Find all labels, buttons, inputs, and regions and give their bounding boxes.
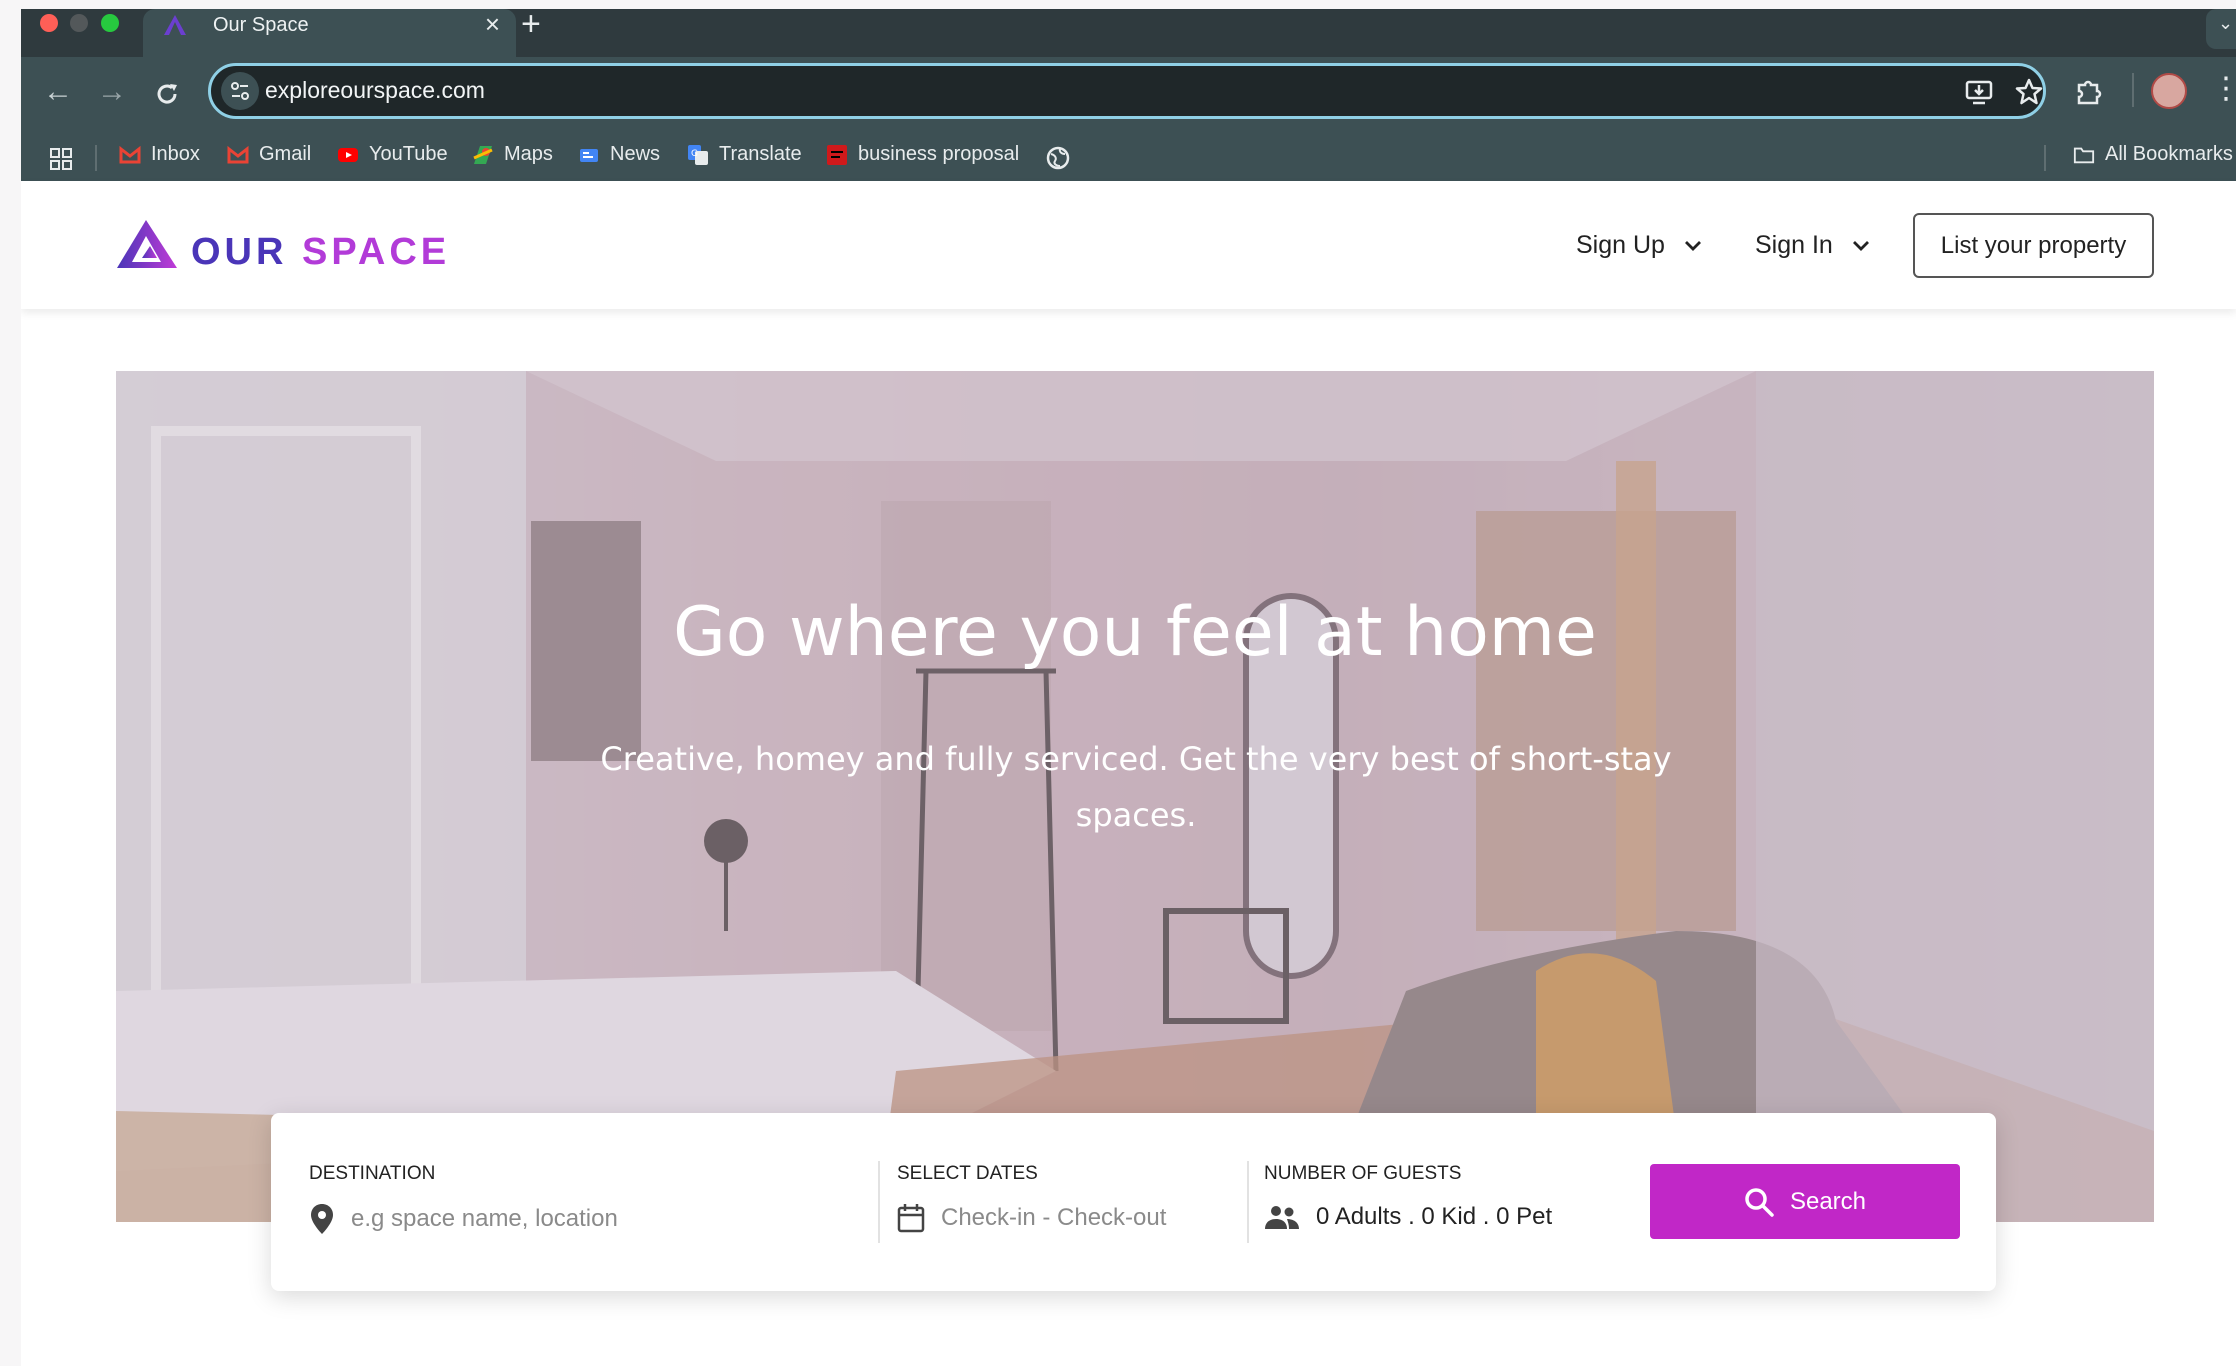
globe-icon[interactable] <box>1045 145 1071 171</box>
translate-icon: G <box>688 144 708 165</box>
profile-avatar[interactable] <box>2151 73 2187 109</box>
logo-our: OUR <box>191 231 288 273</box>
bookmark-label: News <box>610 143 661 165</box>
document-icon <box>827 144 847 165</box>
gmail-icon <box>119 145 141 163</box>
gmail-icon <box>227 145 249 163</box>
logo-space: SPACE <box>302 231 451 273</box>
hero-subtitle: Creative, homey and fully serviced. Get … <box>600 740 1672 834</box>
bookmark-business-proposal[interactable]: business proposal <box>826 143 1019 166</box>
search-button[interactable]: Search <box>1650 1164 1960 1239</box>
tab-our-space[interactable]: Our Space × <box>143 9 516 57</box>
hero-banner: Go where you feel at home Creative, home… <box>116 371 2154 1222</box>
sign-up-label: Sign Up <box>1576 231 1665 259</box>
close-window-button[interactable] <box>40 14 58 32</box>
maximize-window-button[interactable] <box>101 14 119 32</box>
bookmark-star-icon[interactable] <box>2013 76 2045 108</box>
bookmark-label: business proposal <box>858 143 1020 165</box>
chevron-down-icon <box>1852 240 1869 251</box>
guests-label: NUMBER OF GUESTS <box>1264 1163 1462 1184</box>
sign-in-label: Sign In <box>1755 231 1833 259</box>
destination-label: DESTINATION <box>309 1163 436 1184</box>
svg-text:G: G <box>691 149 698 159</box>
bookmark-label: Inbox <box>151 143 200 165</box>
chevron-down-icon <box>1684 240 1701 251</box>
map-pin-icon <box>311 1204 333 1234</box>
forward-arrow-icon[interactable]: → <box>97 75 127 109</box>
bookmark-youtube[interactable]: YouTube <box>337 143 448 166</box>
maps-icon <box>473 145 493 164</box>
address-bar[interactable]: exploreourspace.com <box>208 63 2046 119</box>
search-icon <box>1745 1187 1774 1217</box>
hero-title: Go where you feel at home <box>673 593 1597 672</box>
field-divider <box>1247 1161 1249 1243</box>
tab-title: Our Space <box>213 14 309 36</box>
site-header: OUR SPACE Sign Up Sign In List your prop… <box>21 181 2236 309</box>
bookmarks-bar: Inbox Gmail YouTube Maps News G Translat… <box>21 135 2236 181</box>
bookmark-maps[interactable]: Maps <box>472 143 553 166</box>
guests-field[interactable]: NUMBER OF GUESTS 0 Adults . 0 Kid . 0 Pe… <box>1264 1113 1624 1291</box>
tab-search-chevron-icon[interactable]: ⌄ <box>2206 9 2236 49</box>
url-text: exploreourspace.com <box>265 77 485 103</box>
bookmark-label: YouTube <box>369 143 448 165</box>
sign-up-dropdown[interactable]: Sign Up <box>1576 231 1703 260</box>
field-divider <box>878 1161 880 1243</box>
guests-value: 0 Adults . 0 Kid . 0 Pet <box>1316 1203 1553 1230</box>
destination-input[interactable]: e.g space name, location <box>351 1205 618 1233</box>
people-icon <box>1265 1206 1299 1229</box>
site-info-tune-icon[interactable] <box>221 72 259 110</box>
bookmark-news[interactable]: News <box>578 143 660 166</box>
sign-in-dropdown[interactable]: Sign In <box>1755 231 1871 260</box>
our-space-favicon-icon <box>164 15 186 35</box>
reload-icon[interactable] <box>154 81 180 107</box>
dates-input[interactable]: Check-in - Check-out <box>941 1204 1166 1232</box>
bookmark-label: Translate <box>719 143 802 165</box>
tab-close-icon[interactable]: × <box>485 9 500 40</box>
browser-window: Our Space × + ⌄ ← → exploreourspace.com <box>21 9 2236 1366</box>
bookmark-inbox[interactable]: Inbox <box>119 143 200 166</box>
bookmark-translate[interactable]: G Translate <box>687 143 802 166</box>
youtube-icon <box>338 147 358 162</box>
new-tab-plus-icon[interactable]: + <box>521 9 541 44</box>
web-page: OUR SPACE Sign Up Sign In List your prop… <box>21 181 2236 1366</box>
all-bookmarks-button[interactable]: All Bookmarks <box>2073 143 2233 166</box>
install-app-icon[interactable] <box>1963 76 1995 108</box>
select-dates-field[interactable]: SELECT DATES Check-in - Check-out <box>897 1113 1227 1291</box>
minimize-window-button[interactable] <box>70 14 88 32</box>
browser-toolbar: ← → exploreourspace.com ⋮ <box>21 57 2236 135</box>
browser-menu-kebab-icon[interactable]: ⋮ <box>2211 71 2236 106</box>
toolbar-separator <box>2132 73 2134 107</box>
bookmark-label: Maps <box>504 143 553 165</box>
logo-wordmark[interactable]: OUR SPACE <box>191 231 450 274</box>
search-button-label: Search <box>1789 1187 1867 1215</box>
our-space-logo-icon[interactable] <box>116 218 178 270</box>
news-icon <box>580 148 598 162</box>
list-your-property-button[interactable]: List your property <box>1913 213 2154 278</box>
apps-grid-icon[interactable] <box>49 147 73 171</box>
all-bookmarks-label: All Bookmarks <box>2105 143 2233 165</box>
bookmarks-separator <box>95 145 97 171</box>
dates-label: SELECT DATES <box>897 1163 1038 1184</box>
back-arrow-icon[interactable]: ← <box>43 75 73 109</box>
calendar-icon <box>897 1204 925 1233</box>
bookmark-gmail[interactable]: Gmail <box>227 143 311 166</box>
bookmarks-separator <box>2044 145 2046 171</box>
folder-icon <box>2073 147 2095 163</box>
extensions-puzzle-icon[interactable] <box>2071 75 2105 109</box>
destination-field[interactable]: DESTINATION e.g space name, location <box>309 1113 859 1291</box>
bookmark-label: Gmail <box>259 143 312 165</box>
search-panel: DESTINATION e.g space name, location SEL… <box>271 1113 1996 1291</box>
tab-strip: Our Space × + ⌄ <box>21 9 2236 57</box>
